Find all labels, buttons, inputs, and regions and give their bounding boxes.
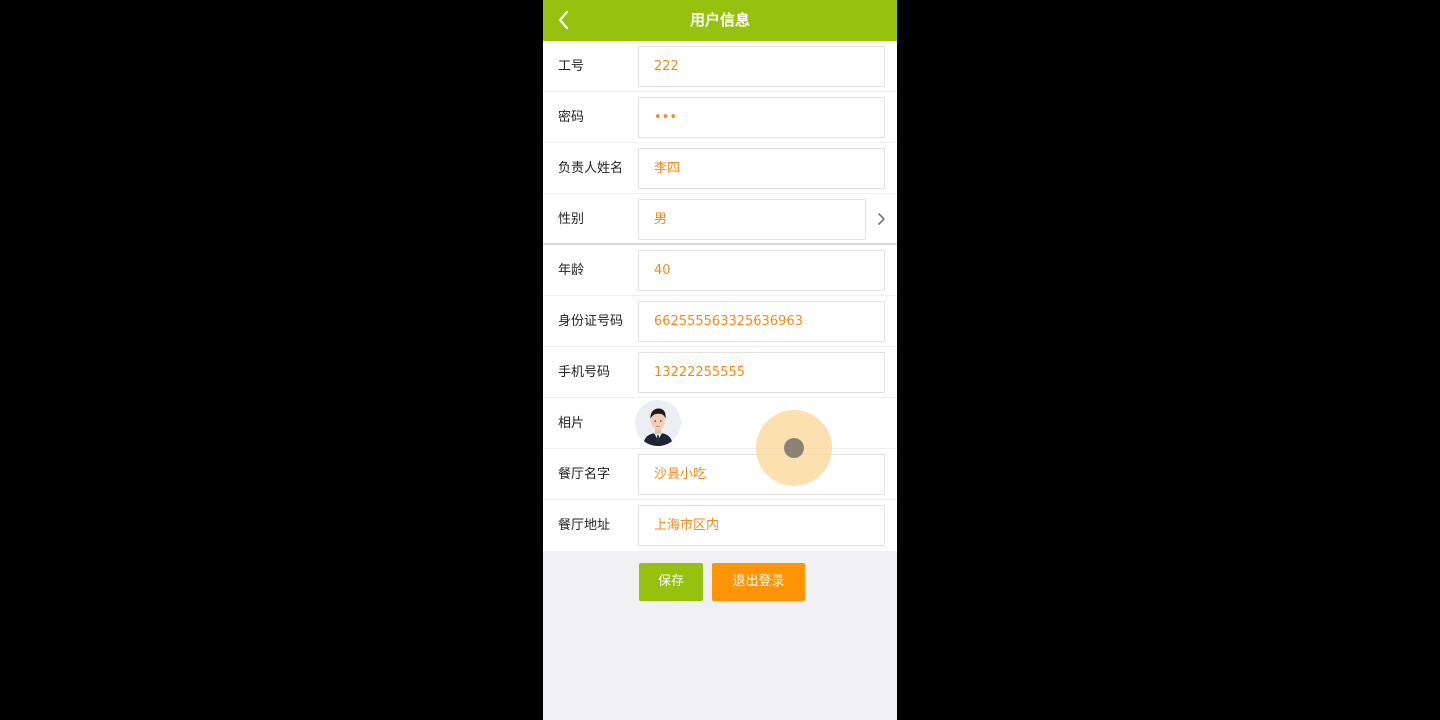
gender-label: 性别	[558, 212, 585, 227]
manager-name-label: 负责人姓名	[558, 161, 624, 176]
touch-indicator	[756, 410, 832, 486]
manager-name-input[interactable]: 李四	[638, 148, 885, 189]
action-buttons: 保存 退出登录	[543, 563, 897, 601]
gender-select[interactable]: 男	[638, 199, 866, 240]
restaurant-address-input[interactable]: 上海市区内	[638, 505, 885, 546]
employee-id-input[interactable]: 222	[638, 46, 885, 87]
age-row: 年龄 40	[543, 245, 897, 296]
age-label: 年龄	[558, 263, 585, 278]
employee-id-label: 工号	[558, 59, 585, 74]
employee-id-row: 工号 222	[543, 41, 897, 92]
phone-input[interactable]: 13222255555	[638, 352, 885, 393]
photo-row: 相片	[543, 398, 897, 449]
app-header: 用户信息	[543, 0, 897, 41]
id-number-label: 身份证号码	[558, 314, 624, 329]
save-button[interactable]: 保存	[639, 563, 703, 601]
chevron-right-icon[interactable]	[876, 211, 888, 227]
mobile-screen: 用户信息 工号 222 密码 ••• 负责人姓名 李四 性别 男 年龄 40 身…	[543, 0, 897, 720]
age-input[interactable]: 40	[638, 250, 885, 291]
phone-label: 手机号码	[558, 365, 611, 380]
page-title: 用户信息	[689, 11, 750, 29]
password-input[interactable]: •••	[638, 97, 885, 138]
id-number-row: 身份证号码 662555563325636963	[543, 296, 897, 347]
photo-label: 相片	[558, 416, 585, 431]
password-row: 密码 •••	[543, 92, 897, 143]
restaurant-name-row: 餐厅名字 沙县小吃	[543, 449, 897, 500]
restaurant-address-label: 餐厅地址	[558, 518, 611, 533]
password-label: 密码	[558, 110, 585, 125]
restaurant-name-label: 餐厅名字	[558, 467, 611, 482]
logout-button[interactable]: 退出登录	[712, 563, 805, 601]
id-number-input[interactable]: 662555563325636963	[638, 301, 885, 342]
person-photo-icon	[635, 400, 681, 446]
phone-row: 手机号码 13222255555	[543, 347, 897, 398]
avatar[interactable]	[635, 400, 681, 446]
restaurant-address-row: 餐厅地址 上海市区内	[543, 500, 897, 551]
touch-indicator-dot	[784, 438, 804, 458]
gender-row[interactable]: 性别 男	[543, 194, 897, 245]
manager-name-row: 负责人姓名 李四	[543, 143, 897, 194]
user-info-form: 工号 222 密码 ••• 负责人姓名 李四 性别 男 年龄 40 身份证号码 …	[543, 41, 897, 551]
